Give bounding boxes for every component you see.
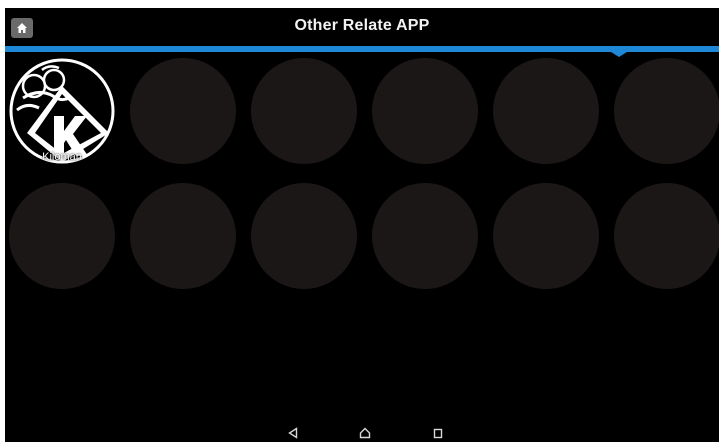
- empty-app-slot: [9, 183, 115, 289]
- nav-home-button[interactable]: [357, 426, 373, 440]
- page-title: Other Relate APP: [294, 17, 430, 34]
- empty-app-slot: [372, 58, 478, 164]
- app-label: Kiloman: [42, 151, 82, 163]
- empty-app-slot: [614, 58, 719, 164]
- nav-recents-button[interactable]: [430, 426, 446, 440]
- divider-notch: [611, 52, 627, 57]
- empty-app-slot: [614, 183, 719, 289]
- recents-square-icon: [433, 428, 443, 438]
- app-screen: Other Relate APP Kiloman: [5, 8, 719, 442]
- empty-app-slot: [372, 183, 478, 289]
- title-bar: Other Relate APP: [5, 8, 719, 46]
- back-triangle-icon: [288, 427, 298, 439]
- empty-app-slot: [130, 58, 236, 164]
- home-outline-icon: [359, 427, 371, 439]
- system-nav-bar: [5, 424, 719, 442]
- empty-app-slot: [493, 58, 599, 164]
- empty-app-slot: [493, 183, 599, 289]
- nav-back-button[interactable]: [285, 426, 301, 440]
- empty-app-slot: [251, 183, 357, 289]
- empty-app-slot: [130, 183, 236, 289]
- empty-app-slot: [251, 58, 357, 164]
- app-kiloman[interactable]: Kiloman: [9, 58, 115, 164]
- kiloman-app-icon: [9, 58, 115, 164]
